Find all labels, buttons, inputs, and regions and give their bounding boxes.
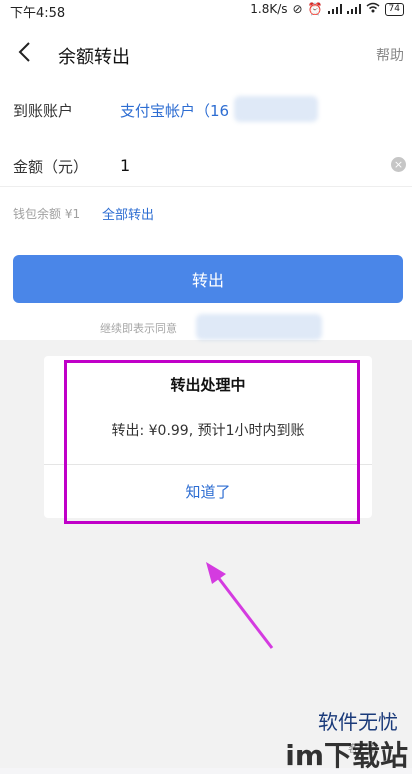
signal-icon [346,4,361,14]
transfer-page: 下午4:58 1.8K/s ⊘ ⏰ 74 余额转出 帮助 到账账户 支付宝帐户（… [0,0,412,772]
watermark: 软件无忧 客户端 im下载站 [280,706,408,772]
battery-icon: 74 [384,2,404,16]
help-link[interactable]: 帮助 [376,45,404,65]
alarm-icon: ⏰ [307,2,323,16]
network-speed: 1.8K/s [250,2,288,16]
page-title: 余额转出 [58,47,130,68]
status-bar: 下午4:58 1.8K/s ⊘ ⏰ 74 [0,0,412,22]
watermark-bottom: im下载站 [285,739,408,772]
highlight-box [64,360,360,524]
amount-input[interactable]: 1 [120,156,130,175]
nav-bar: 余额转出 帮助 [0,26,412,82]
wallet-balance: 钱包余额 ¥1 [13,207,81,221]
status-icons: 1.8K/s ⊘ ⏰ 74 [250,2,404,16]
amount-label: 金额（元） [13,158,89,176]
amount-row: 金额（元） 1 × [0,146,412,187]
transfer-all-link[interactable]: 全部转出 [102,204,154,223]
account-name: 支付宝帐户（16 [120,102,230,120]
signal-icon [327,4,342,14]
back-arrow-icon[interactable] [14,40,36,64]
agreement-redaction [196,314,322,340]
watermark-top: 软件无忧 [318,710,398,734]
agreement-text: 继续即表示同意 [100,322,177,335]
status-time: 下午4:58 [10,6,66,21]
account-label: 到账账户 [13,102,74,120]
redaction-blur [234,96,318,122]
account-row[interactable]: 到账账户 支付宝帐户（16） [0,88,412,132]
clear-icon[interactable]: × [391,157,406,172]
mute-icon: ⊘ [292,2,303,16]
transfer-button[interactable]: 转出 [13,255,403,303]
wifi-icon [366,2,380,16]
